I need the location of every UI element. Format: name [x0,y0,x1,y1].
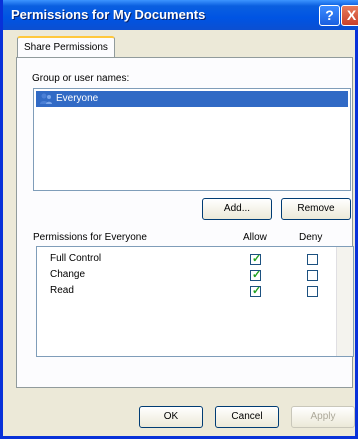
ok-button[interactable]: OK [139,406,203,428]
permission-name: Full Control [50,253,102,264]
list-item-label: Everyone [56,93,99,104]
check-icon: ✓ [252,269,262,281]
tab-share-permissions[interactable]: Share Permissions [17,36,115,58]
check-icon: ✓ [252,253,262,265]
allow-checkbox[interactable]: ✓ [250,253,262,265]
allow-header: Allow [243,232,267,243]
help-button[interactable]: ? [319,5,340,26]
title-bar[interactable]: Permissions for My Documents ? X [3,0,358,30]
permission-name: Change [50,269,86,280]
permission-name: Read [50,285,74,296]
permissions-label: Permissions for Everyone [33,232,147,243]
list-item-everyone[interactable]: Everyone [36,91,348,107]
permissions-list: Full Control ✓ Change ✓ Read ✓ [36,246,354,357]
deny-checkbox[interactable] [307,286,318,297]
group-user-list[interactable]: Everyone [33,88,351,191]
close-button[interactable]: X [341,5,358,26]
allow-checkbox[interactable]: ✓ [250,285,262,297]
permission-row: Read ✓ [37,284,337,300]
permissions-dialog: Permissions for My Documents ? X Share P… [0,0,358,439]
cancel-button[interactable]: Cancel [215,406,279,428]
allow-checkbox[interactable]: ✓ [250,269,262,281]
permission-row: Change ✓ [37,268,337,284]
remove-button[interactable]: Remove [281,198,351,220]
apply-button[interactable]: Apply [291,406,355,428]
deny-checkbox[interactable] [307,254,318,265]
permission-row: Full Control ✓ [37,252,337,268]
vertical-scrollbar[interactable] [336,247,353,356]
group-user-names-label: Group or user names: [32,73,130,84]
deny-header: Deny [299,232,323,243]
window-title: Permissions for My Documents [11,7,206,22]
users-icon [40,93,52,104]
add-button[interactable]: Add... [202,198,272,220]
deny-checkbox[interactable] [307,270,318,281]
check-icon: ✓ [252,285,262,297]
